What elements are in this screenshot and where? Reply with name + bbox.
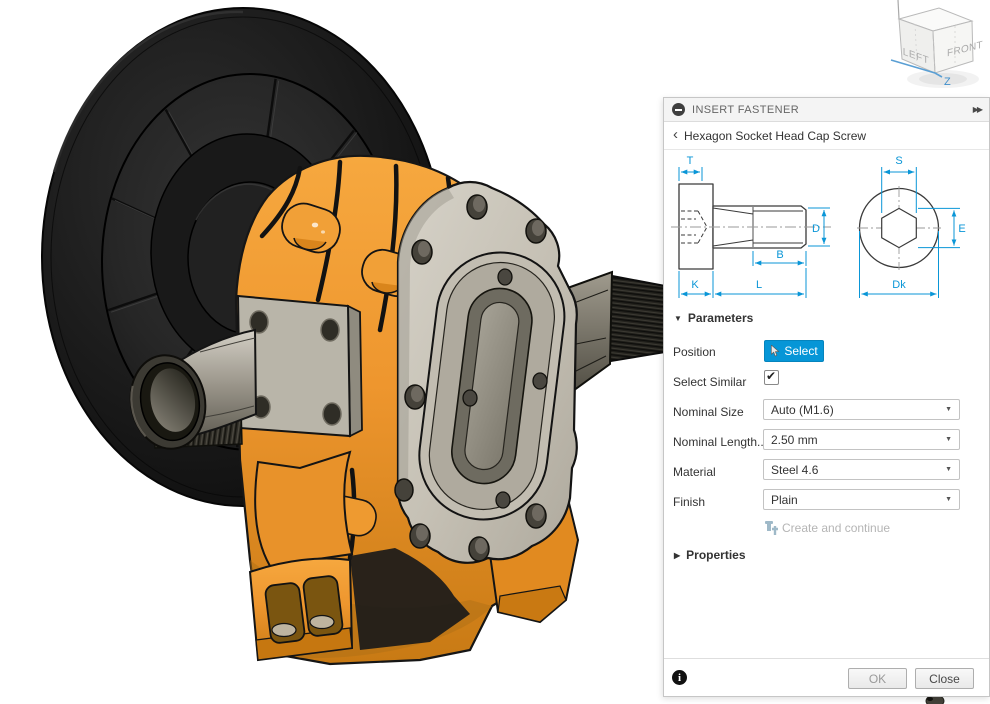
nominal-length-label: Nominal Length... (673, 435, 765, 449)
fastener-diagram: T D B K L S E Dk (664, 151, 990, 308)
dim-E: E (958, 223, 965, 235)
nominal-size-label: Nominal Size (673, 405, 765, 419)
dim-T: T (687, 155, 694, 167)
nominal-length-value: 2.50 mm (771, 433, 945, 447)
expand-panel-icon[interactable]: ▶▶ (973, 105, 981, 114)
dropdown-caret-icon: ▼ (945, 406, 952, 413)
dropdown-caret-icon: ▼ (945, 496, 952, 503)
create-continue-label: Create and continue (782, 521, 890, 535)
properties-header-label: Properties (686, 548, 745, 562)
axis-pole (898, 0, 899, 19)
position-label: Position (673, 345, 765, 359)
create-continue-icon (763, 520, 778, 535)
dim-D: D (812, 223, 820, 235)
application-window: LEFT FRONT Z INSERT FASTENER ▶▶ ‹ Hexago… (0, 0, 990, 704)
insert-fastener-dialog: INSERT FASTENER ▶▶ ‹ Hexagon Socket Head… (663, 97, 990, 697)
finish-value: Plain (771, 493, 945, 507)
breadcrumb[interactable]: ‹ Hexagon Socket Head Cap Screw (664, 122, 989, 150)
dropdown-caret-icon: ▼ (945, 466, 952, 473)
dim-B: B (776, 249, 783, 261)
material-value: Steel 4.6 (771, 463, 945, 477)
properties-section-header[interactable]: ▶ Properties (674, 548, 746, 562)
slot-washer (310, 616, 334, 629)
ok-button[interactable]: OK (848, 668, 907, 689)
z-axis-label: Z (944, 76, 951, 88)
panel-grip-icon[interactable] (672, 103, 685, 116)
finish-label: Finish (673, 495, 765, 509)
chevron-right-icon[interactable]: ▶ (674, 551, 680, 560)
dialog-footer: i OK Close (664, 658, 989, 696)
dim-S: S (895, 155, 902, 167)
nominal-size-dropdown[interactable]: Auto (M1.6) ▼ (763, 399, 960, 420)
nominal-length-dropdown[interactable]: 2.50 mm ▼ (763, 429, 960, 450)
material-dropdown[interactable]: Steel 4.6 ▼ (763, 459, 960, 480)
dim-K: K (691, 279, 699, 291)
slot-washer (272, 624, 296, 637)
mounting-foot-front[interactable] (250, 452, 352, 660)
material-label: Material (673, 465, 765, 479)
select-similar-label: Select Similar (673, 375, 765, 389)
chevron-left-icon[interactable]: ‹ (673, 127, 678, 142)
chevron-down-icon[interactable]: ▼ (674, 314, 682, 323)
flange-hole (321, 319, 339, 341)
dim-L: L (756, 279, 762, 291)
dropdown-caret-icon: ▼ (945, 436, 952, 443)
create-and-continue-button[interactable]: Create and continue (763, 520, 890, 535)
select-button-label: Select (784, 344, 817, 358)
dialog-titlebar[interactable]: INSERT FASTENER ▶▶ (664, 98, 989, 122)
info-icon[interactable]: i (672, 670, 687, 685)
flange-hole (323, 403, 341, 425)
select-similar-checkbox[interactable] (764, 370, 779, 385)
close-button[interactable]: Close (915, 668, 974, 689)
cursor-arrow-icon (770, 345, 780, 357)
finish-dropdown[interactable]: Plain ▼ (763, 489, 960, 510)
dialog-title: INSERT FASTENER (692, 104, 973, 116)
parameters-header-label: Parameters (688, 311, 753, 325)
position-select-button[interactable]: Select (764, 340, 824, 362)
breadcrumb-label: Hexagon Socket Head Cap Screw (684, 129, 866, 143)
cover-plate[interactable] (395, 182, 577, 563)
outlet-threads (605, 275, 665, 362)
dim-Dk: Dk (892, 279, 906, 291)
parameters-section-header[interactable]: ▼ Parameters (674, 311, 753, 325)
nominal-size-value: Auto (M1.6) (771, 403, 945, 417)
view-cube[interactable]: LEFT FRONT Z (885, 0, 985, 92)
